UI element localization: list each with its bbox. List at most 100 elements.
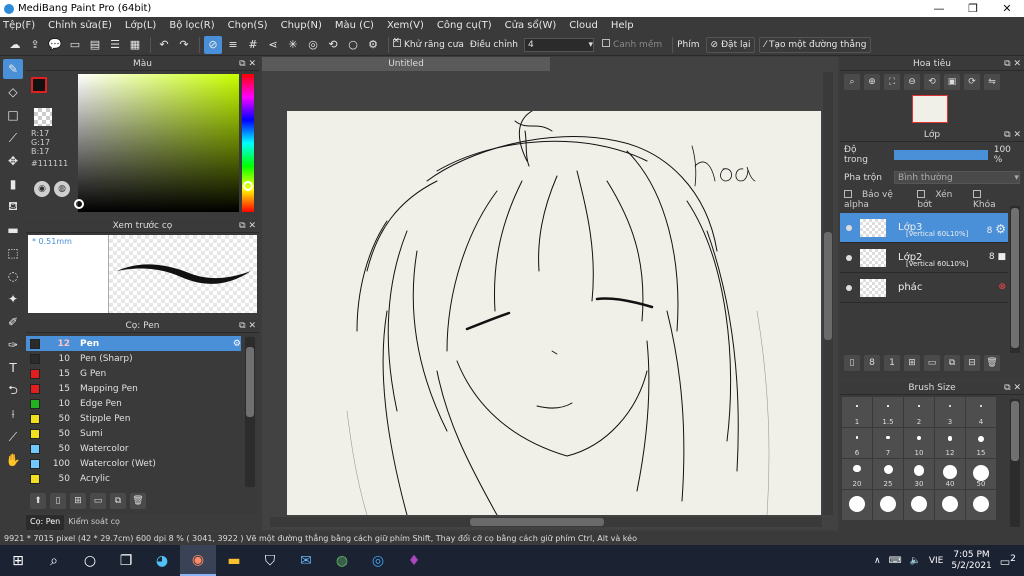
zoom-out-icon[interactable]: ⊖ [904, 74, 920, 90]
eyedropper-tool-icon[interactable]: ⟊ [3, 404, 23, 424]
brush-list-item[interactable]: 50 Watercolor [26, 441, 241, 456]
brush-list-item[interactable]: 15 G Pen [26, 366, 241, 381]
snap-circle-icon[interactable]: ◎ [304, 36, 322, 54]
brush-size-option[interactable]: 10 [904, 428, 934, 458]
layer-item[interactable]: phác ⊗ [840, 273, 1008, 303]
brush-size-option[interactable]: 6 [842, 428, 872, 458]
maximize-button[interactable]: ❐ [956, 2, 990, 15]
lock-checkbox[interactable] [973, 189, 982, 198]
edge-icon[interactable]: ◕ [144, 545, 180, 576]
pen-select-icon[interactable]: ⟋ [3, 427, 23, 447]
menu-view[interactable]: Xem(V) [387, 20, 424, 31]
grid-icon[interactable]: ▦ [126, 36, 144, 54]
brush-size-option[interactable]: 40 [935, 459, 965, 489]
tab-brush-control[interactable]: Kiểm soát cọ [64, 515, 124, 530]
layer-item[interactable]: Lớp3 [Vertical 60L10%] 8 ⚙ [840, 213, 1008, 243]
page-icon[interactable]: ▤ [86, 36, 104, 54]
operation-tool-icon[interactable]: ⮌ [3, 381, 23, 401]
redo-icon[interactable]: ↷ [175, 36, 193, 54]
chrome-icon[interactable]: ◍ [324, 545, 360, 576]
rotate-left-icon[interactable]: ⟲ [924, 74, 940, 90]
language-indicator[interactable]: VIE [929, 556, 944, 566]
gear-icon[interactable]: ⚙ [995, 222, 1006, 236]
medibang-task-icon[interactable]: ◉ [180, 545, 216, 576]
network-icon[interactable]: ⌨ [889, 556, 902, 566]
minimize-button[interactable]: — [922, 2, 956, 15]
brush-size-option[interactable]: 25 [873, 459, 903, 489]
lock-option[interactable]: Khóa [973, 189, 1010, 210]
brush-list-item[interactable]: 10 Pen (Sharp) [26, 351, 241, 366]
comment-icon[interactable]: ▭ [66, 36, 84, 54]
brush-list-item[interactable]: 10 Edge Pen [26, 396, 241, 411]
brush-size-option[interactable] [904, 490, 934, 520]
opacity-slider[interactable] [894, 150, 988, 160]
brush-size-option[interactable]: 3 [935, 397, 965, 427]
search-icon[interactable]: ⌕ [36, 545, 72, 576]
move-tool-icon[interactable]: ✥ [3, 151, 23, 171]
brush-size-option[interactable]: 30 [904, 459, 934, 489]
canvas-horizontal-scrollbar[interactable] [270, 517, 822, 527]
new-8bit-layer-icon[interactable]: 8 [864, 355, 880, 371]
cloud-icon[interactable]: ☁ [6, 36, 24, 54]
visibility-icon[interactable] [846, 254, 852, 261]
brush-size-option[interactable] [935, 490, 965, 520]
menu-edit[interactable]: Chỉnh sửa(E) [48, 20, 112, 31]
clipping-option[interactable]: Xén bớt [917, 189, 963, 210]
drawing-canvas[interactable] [287, 111, 821, 515]
menu-cloud[interactable]: Cloud [569, 20, 598, 31]
shape-tool-icon[interactable]: □ [3, 105, 23, 125]
store-icon[interactable]: ⛉ [252, 545, 288, 576]
brush-list-item[interactable]: 50 Sumi [26, 426, 241, 441]
menu-color[interactable]: Màu (C) [335, 20, 374, 31]
flip-icon[interactable]: ⇋ [984, 74, 1000, 90]
task-view-icon[interactable]: ❐ [108, 545, 144, 576]
snap-vanish-icon[interactable]: ⋖ [264, 36, 282, 54]
palette-icon[interactable]: ◉ [34, 181, 50, 197]
chat-icon[interactable]: 💬 [46, 36, 64, 54]
clock[interactable]: 7:05 PM 5/2/2021 [951, 550, 991, 572]
hue-cursor[interactable] [243, 181, 253, 191]
scroll-thumb[interactable] [1011, 208, 1019, 348]
panel-controls[interactable]: ⧉ ✕ [239, 57, 256, 71]
brush-size-option[interactable] [873, 490, 903, 520]
canvas-vertical-scrollbar[interactable] [823, 72, 833, 515]
brush-size-option[interactable]: 4 [966, 397, 996, 427]
brush-size-option[interactable]: 50 [966, 459, 996, 489]
dot-tool-icon[interactable]: ⟋ [3, 128, 23, 148]
menu-file[interactable]: Tệp(F) [3, 20, 35, 31]
volume-icon[interactable]: 🔈 [910, 556, 921, 566]
panel-controls[interactable]: ⧉ ✕ [239, 219, 256, 233]
hand-tool-icon[interactable]: ✋ [3, 450, 23, 470]
brush-size-option[interactable]: 2 [904, 397, 934, 427]
snap-curve-icon[interactable]: ⟲ [324, 36, 342, 54]
reset-button[interactable]: ⊘ Đặt lại [705, 36, 756, 53]
lasso-tool-icon[interactable]: ◌ [3, 266, 23, 286]
protect-alpha-checkbox[interactable] [844, 189, 852, 198]
text-tool-icon[interactable]: T [3, 358, 23, 378]
stay-option[interactable]: Canh mềm [601, 39, 662, 50]
menu-snap[interactable]: Chụp(N) [281, 20, 322, 31]
brush-list-item[interactable]: 12 Pen ⚙ [26, 336, 241, 351]
scroll-thumb[interactable] [246, 347, 254, 417]
cortana-icon[interactable]: ○ [72, 545, 108, 576]
trash-icon[interactable]: 🗑 [984, 355, 1000, 371]
correction-select[interactable]: 4 ▾ [523, 37, 594, 52]
transparent-color-swatch[interactable] [34, 108, 52, 126]
paint-drop-icon[interactable]: ♦ [396, 545, 432, 576]
sv-cursor[interactable] [74, 199, 84, 209]
brush-size-scrollbar[interactable] [1010, 399, 1020, 527]
select-tool-icon[interactable]: ⬚ [3, 243, 23, 263]
scroll-thumb[interactable] [470, 518, 604, 526]
brush-list-item[interactable]: 50 Stipple Pen [26, 411, 241, 426]
straight-line-button[interactable]: ⁄ Tạo một đường thẳng [759, 36, 872, 53]
tab-document[interactable]: Untitled [262, 57, 550, 71]
brush-list-item[interactable]: 50 Acrylic [26, 471, 241, 486]
file-explorer-icon[interactable]: ▬ [216, 545, 252, 576]
brush-size-option[interactable]: 15 [966, 428, 996, 458]
antialias-option[interactable]: Khử răng cưa [393, 36, 464, 50]
brush-size-option[interactable]: 1 [842, 397, 872, 427]
bucket-tool-icon[interactable]: ⛾ [3, 197, 23, 217]
panel-controls[interactable]: ⧉ ✕ [1004, 381, 1021, 395]
new-brush-icon[interactable]: ▯ [50, 493, 66, 509]
panel-controls[interactable]: ⧉ ✕ [1004, 57, 1021, 71]
